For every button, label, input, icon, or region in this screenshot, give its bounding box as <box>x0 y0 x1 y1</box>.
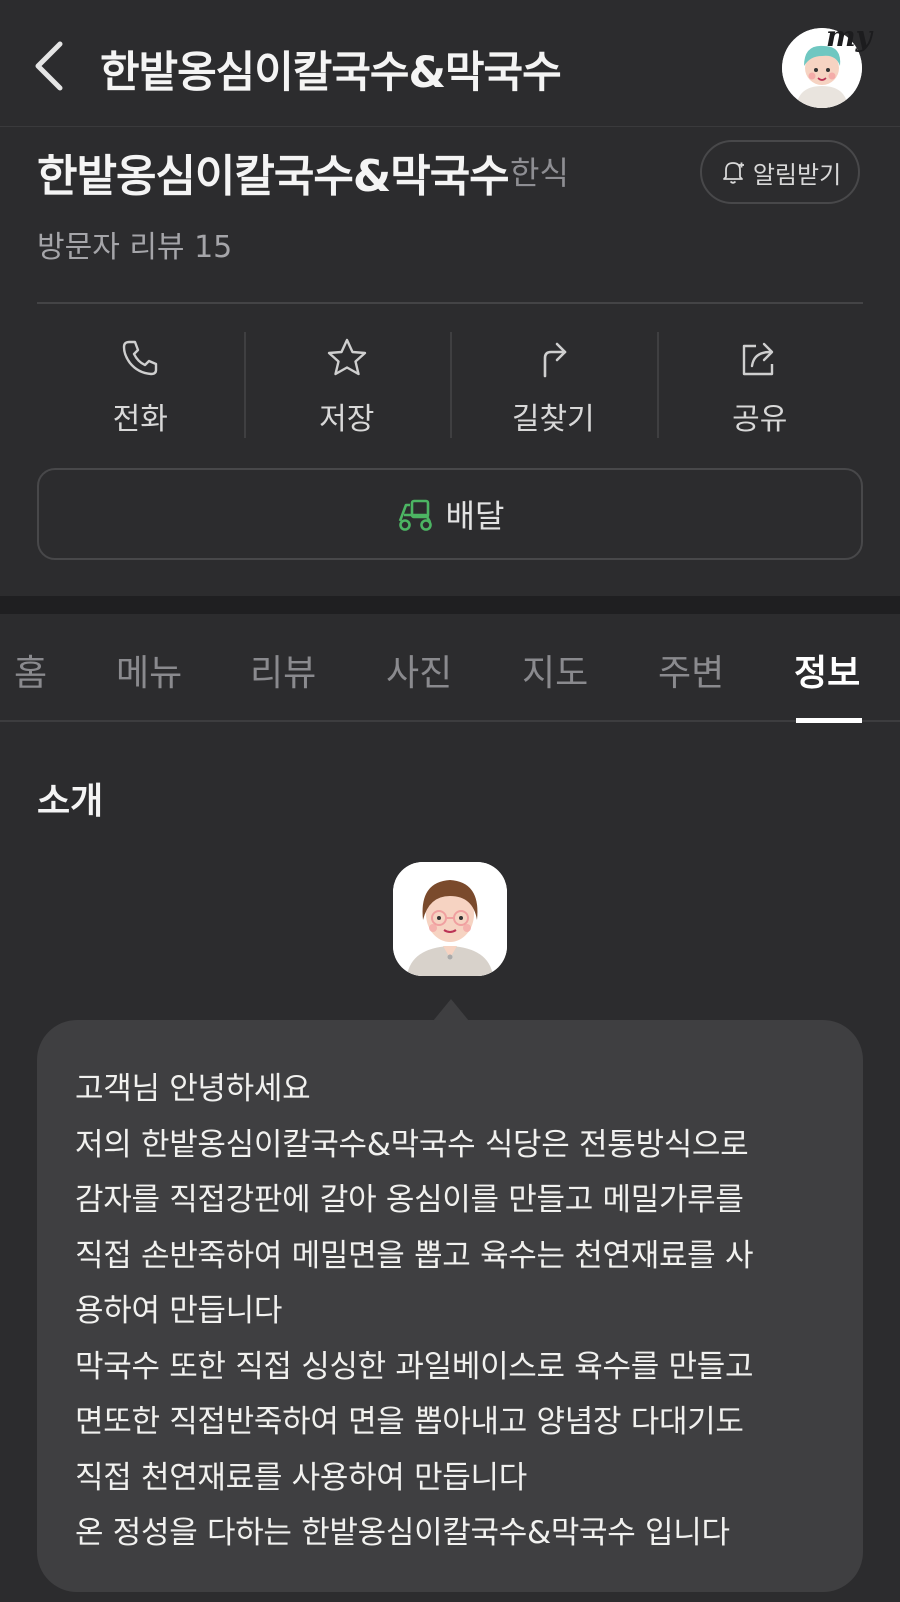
place-category: 한식 <box>510 154 569 192</box>
intro-line: 고객님 안녕하세요 <box>75 1071 311 1107</box>
alarm-button-label: 알림받기 <box>752 160 842 189</box>
tab-menu[interactable]: 메뉴 <box>116 644 182 696</box>
intro-line: 감자를 직접강판에 갈아 옹심이를 만들고 메밀가루를 <box>75 1182 744 1218</box>
delivery-button[interactable]: 배달 <box>37 468 863 560</box>
intro-line: 막국수 또한 직접 싱싱한 과일베이스로 육수를 만들고 <box>75 1348 754 1385</box>
active-tab-indicator <box>796 718 862 723</box>
directions-icon <box>543 342 567 378</box>
share-button[interactable]: 공유 <box>656 330 864 440</box>
intro-section-title: 소개 <box>37 781 104 822</box>
intro-line: 직접 손반죽하여 메밀면을 뽑고 육수는 천연재료를 사 <box>75 1237 754 1274</box>
share-icon <box>742 342 773 376</box>
action-bar: 전화 저장 길찾기 공유 <box>37 330 863 440</box>
call-button[interactable]: 전화 <box>37 330 244 440</box>
back-button[interactable] <box>30 38 76 94</box>
share-label: 공유 <box>732 402 788 437</box>
intro-line: 직접 천연재료를 사용하여 만듭니다 <box>75 1459 527 1496</box>
tab-home[interactable]: 홈 <box>14 644 47 696</box>
tab-photos[interactable]: 사진 <box>386 644 452 696</box>
owner-avatar <box>393 862 507 976</box>
alarm-button[interactable]: 알림받기 <box>700 140 860 204</box>
delivery-scooter-icon <box>398 499 432 531</box>
top-bar: 한밭옹심이칼국수&막국수 my <box>0 0 900 127</box>
tab-reviews[interactable]: 리뷰 <box>250 644 316 696</box>
phone-icon <box>123 340 158 376</box>
tab-map[interactable]: 지도 <box>522 644 588 696</box>
chevron-left-icon <box>35 41 63 91</box>
directions-label: 길찾기 <box>511 402 595 437</box>
intro-line: 면또한 직접반죽하여 면을 뽑아내고 양념장 다대기도 <box>75 1404 744 1440</box>
my-badge: my <box>826 20 872 53</box>
tab-info[interactable]: 정보 <box>794 644 860 696</box>
section-separator <box>0 596 900 614</box>
tab-bar: 홈 메뉴 리뷰 사진 지도 주변 정보 <box>0 614 900 722</box>
place-name: 한밭옹심이칼국수&막국수 <box>37 151 510 202</box>
header-title: 한밭옹심이칼국수&막국수 <box>100 48 562 98</box>
intro-line: 용하여 만듭니다 <box>75 1293 283 1329</box>
save-button[interactable]: 저장 <box>243 330 451 440</box>
visitor-review-count[interactable]: 방문자 리뷰 15 <box>37 222 232 266</box>
intro-line: 저의 한밭옹심이칼국수&막국수 식당은 전통방식으로 <box>75 1126 749 1163</box>
directions-button[interactable]: 길찾기 <box>450 330 657 440</box>
owner-illustration-icon <box>393 862 507 976</box>
intro-bubble: 고객님 안녕하세요 저의 한밭옹심이칼국수&막국수 식당은 전통방식으로 감자를… <box>37 1020 863 1592</box>
bubble-tail <box>433 999 469 1021</box>
tab-nearby[interactable]: 주변 <box>658 644 724 696</box>
save-label: 저장 <box>319 402 375 437</box>
star-icon <box>327 338 366 376</box>
intro-line: 온 정성을 다하는 한밭옹심이칼국수&막국수 입니다 <box>75 1515 730 1551</box>
delivery-label: 배달 <box>445 497 505 535</box>
call-label: 전화 <box>112 402 168 437</box>
bell-icon <box>722 162 744 184</box>
divider <box>37 302 863 304</box>
